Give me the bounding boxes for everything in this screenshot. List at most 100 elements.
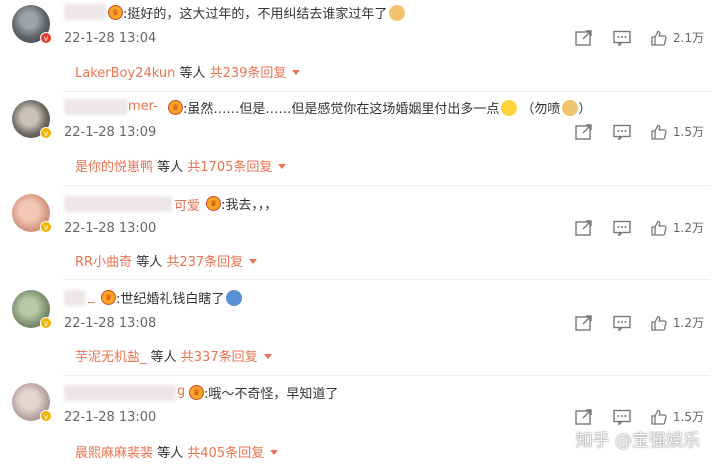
like-button[interactable]: 2.1万 [651,29,704,46]
comment-actions: 1.2万 [555,314,704,331]
reply-count-link[interactable]: 共237条回复 [166,255,243,270]
username-blurred[interactable] [64,196,172,212]
reply-summary[interactable]: 是你的悦崽鸭 等人 共1705条回复 [75,156,287,175]
username-blurred[interactable] [64,99,128,115]
comment-button[interactable] [613,124,631,140]
comment-icon [613,124,631,140]
username-tail[interactable]: _ [88,289,95,304]
comment-text: :我去，，， [221,198,278,213]
verified-badge-icon: v [40,317,52,329]
reply-username[interactable]: 芋泥无机盐_ [75,350,147,365]
like-count: 2.1万 [672,31,704,45]
verified-badge-icon: v [40,221,52,233]
watermark: 知乎 @宝强娱乐 [575,431,700,451]
share-icon [575,408,592,425]
share-icon [575,314,592,331]
username-blurred[interactable] [64,4,106,20]
username-blurred[interactable] [64,290,86,306]
comment-text: :挺好的，这大过年的，不用纠结去谁家过年了 [123,3,406,22]
dog-emoji-icon [389,5,406,21]
reply-count-link[interactable]: 共337条回复 [181,350,258,365]
reply-username[interactable]: RR小曲奇 [75,255,132,270]
like-button[interactable]: 1.2万 [651,219,704,236]
reply-summary[interactable]: 芋泥无机盐_ 等人 共337条回复 [75,346,272,365]
like-icon [651,409,667,425]
reply-username[interactable]: LakerBoy24kun [75,66,175,81]
chevron-down-icon [292,70,301,75]
share-button[interactable] [575,219,593,236]
vip-crown-icon: ♛ [206,196,221,211]
like-icon [651,30,667,46]
like-icon [651,220,667,236]
vip-crown-icon: ♛ [101,290,116,305]
comment-text: :虽然……但是……但是感觉你在这场婚姻里付出多一点 （勿喷） [183,100,592,117]
comment-time: 22-1-28 13:00 [64,410,157,425]
username-tail[interactable]: 可爱 [174,195,200,214]
reply-username[interactable]: 晨熙麻麻裴裴 [75,446,153,461]
username-tail[interactable]: mer- [128,99,158,114]
comment-icon [613,220,631,236]
comment-text: :哦～不奇怪，早知道了 [204,387,339,402]
comment-item: v _ ♛ :世纪婚礼钱白瞎了 22-1-28 13:08 1.2万 芋泥无机盐… [0,282,720,376]
reply-summary[interactable]: LakerBoy24kun 等人 共239条回复 [75,62,301,81]
share-button[interactable] [575,29,593,46]
reply-username[interactable]: 是你的悦崽鸭 [75,160,153,175]
vip-crown-icon: ♛ [168,100,183,115]
comment-button[interactable] [613,409,631,425]
share-button[interactable] [575,123,593,140]
comment-icon [613,30,631,46]
reply-count-link[interactable]: 共405条回复 [187,446,264,461]
comment-icon [613,409,631,425]
reply-count-link[interactable]: 共239条回复 [210,66,287,81]
share-button[interactable] [575,314,593,331]
dog-emoji-icon [562,100,579,116]
comment-actions: 1.5万 [555,408,704,425]
comment-actions: 1.2万 [555,219,704,236]
like-count: 1.2万 [672,316,704,330]
comment-button[interactable] [613,220,631,236]
share-button[interactable] [575,408,593,425]
comment-time: 22-1-28 13:09 [64,125,157,140]
username-blurred[interactable] [64,385,176,401]
like-count: 1.5万 [672,410,704,424]
comment-actions: 1.5万 [555,123,704,140]
chevron-down-icon [278,164,287,169]
comment-item: v 可爱 ♛ :我去，，， 22-1-28 13:00 1.2万 RR小曲奇 等… [0,188,720,282]
doraemon-emoji-icon [226,290,243,306]
comment-button[interactable] [613,30,631,46]
like-count: 1.2万 [672,221,704,235]
comment-item: v ♛ :挺好的，这大过年的，不用纠结去谁家过年了 22-1-28 13:04 … [0,0,720,94]
crying-emoji-icon [501,100,518,116]
chevron-down-icon [270,450,279,455]
divider [63,375,710,376]
comment-time: 22-1-28 13:04 [64,31,157,46]
comment-icon [613,315,631,331]
like-button[interactable]: 1.5万 [651,408,704,425]
username-tail[interactable]: g [177,384,185,399]
verified-badge-icon: v [40,32,52,44]
comment-button[interactable] [613,315,631,331]
divider [63,279,710,280]
comment-item: v mer- ♛ :虽然……但是……但是感觉你在这场婚姻里付出多一点 （勿喷） 2… [0,94,720,188]
share-icon [575,219,592,236]
like-icon [651,124,667,140]
comment-actions: 2.1万 [555,29,704,46]
reply-summary[interactable]: 晨熙麻麻裴裴 等人 共405条回复 [75,442,279,461]
vip-crown-icon: ♛ [108,5,123,20]
share-icon [575,123,592,140]
comment-item: v g ♛ :哦～不奇怪，早知道了 22-1-28 13:00 1.5万 晨熙麻… [0,377,720,471]
like-count: 1.5万 [672,125,704,139]
reply-summary[interactable]: RR小曲奇 等人 共237条回复 [75,251,258,270]
comment-time: 22-1-28 13:08 [64,316,157,331]
chevron-down-icon [263,354,272,359]
comment-text: :世纪婚礼钱白瞎了 [116,288,243,307]
like-icon [651,315,667,331]
verified-badge-icon: v [40,410,52,422]
like-button[interactable]: 1.2万 [651,314,704,331]
verified-badge-icon: v [40,127,52,139]
reply-count-link[interactable]: 共1705条回复 [187,160,272,175]
divider [63,91,710,92]
comment-time: 22-1-28 13:00 [64,221,157,236]
like-button[interactable]: 1.5万 [651,123,704,140]
chevron-down-icon [249,259,258,264]
